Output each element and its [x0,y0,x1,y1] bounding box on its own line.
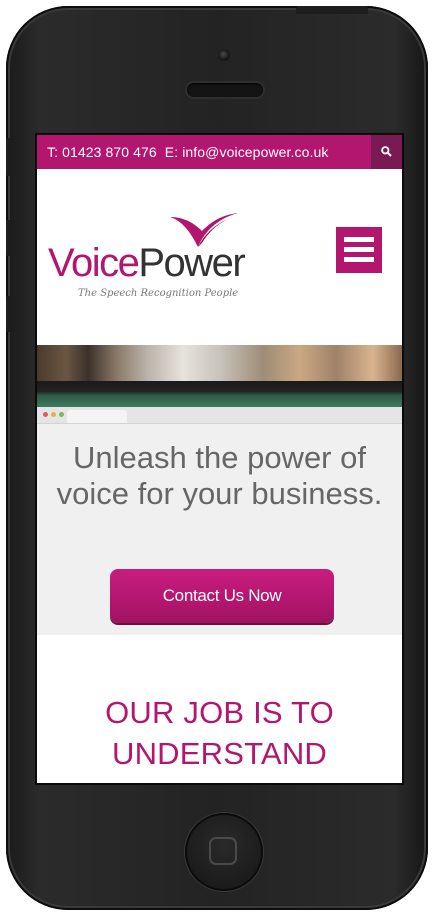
window-minimize-dot [51,412,56,417]
contact-bar: T: 01423 870 476 E: info@voicepower.co.u… [37,135,402,169]
hero-banner: Unleash the power of voice for your busi… [37,345,402,635]
home-button[interactable] [185,813,263,891]
phone-screen: T: 01423 870 476 E: info@voicepower.co.u… [37,135,402,783]
logo-word-voice: Voice [48,241,140,285]
voicepower-logo[interactable]: VoicePower The Speech Recognition People [48,211,248,301]
contact-us-button[interactable]: Contact Us Now [110,569,334,623]
phone-frame: T: 01423 870 476 E: info@voicepower.co.u… [6,6,428,910]
volume-up-button [6,220,14,256]
contact-info: T: 01423 870 476 E: info@voicepower.co.u… [47,144,329,160]
power-button [296,6,368,14]
logo-wordmark: VoicePower [48,241,246,285]
browser-window-bar [37,407,402,424]
hero-background-photo [37,345,402,381]
section-heading: OUR JOB IS TO UNDERSTAND [105,695,334,771]
hamburger-menu-icon-bar [344,257,374,262]
email-link[interactable]: E: info@voicepower.co.uk [165,144,329,160]
window-maximize-dot [59,412,64,417]
earpiece-speaker [187,83,263,97]
site-header: VoicePower The Speech Recognition People [37,169,402,345]
hamburger-menu-button[interactable] [336,227,382,273]
front-camera [218,49,230,61]
search-button[interactable] [371,135,402,169]
window-close-dot [43,412,48,417]
intro-section: OUR JOB IS TO UNDERSTAND [37,635,402,783]
logo-word-power: Power [138,241,245,285]
search-icon [381,146,392,157]
home-button-icon [209,837,237,865]
phone-number-link[interactable]: T: 01423 870 476 [47,144,157,160]
hamburger-menu-icon-bar [344,247,374,252]
hamburger-menu-icon-bar [344,237,374,242]
volume-down-button [6,296,14,332]
mute-switch [6,138,14,176]
browser-tab [67,410,127,423]
hero-headline: Unleash the power of voice for your busi… [56,440,383,511]
logo-tagline: The Speech Recognition People [78,288,239,299]
hero-laptop-image [37,381,402,407]
